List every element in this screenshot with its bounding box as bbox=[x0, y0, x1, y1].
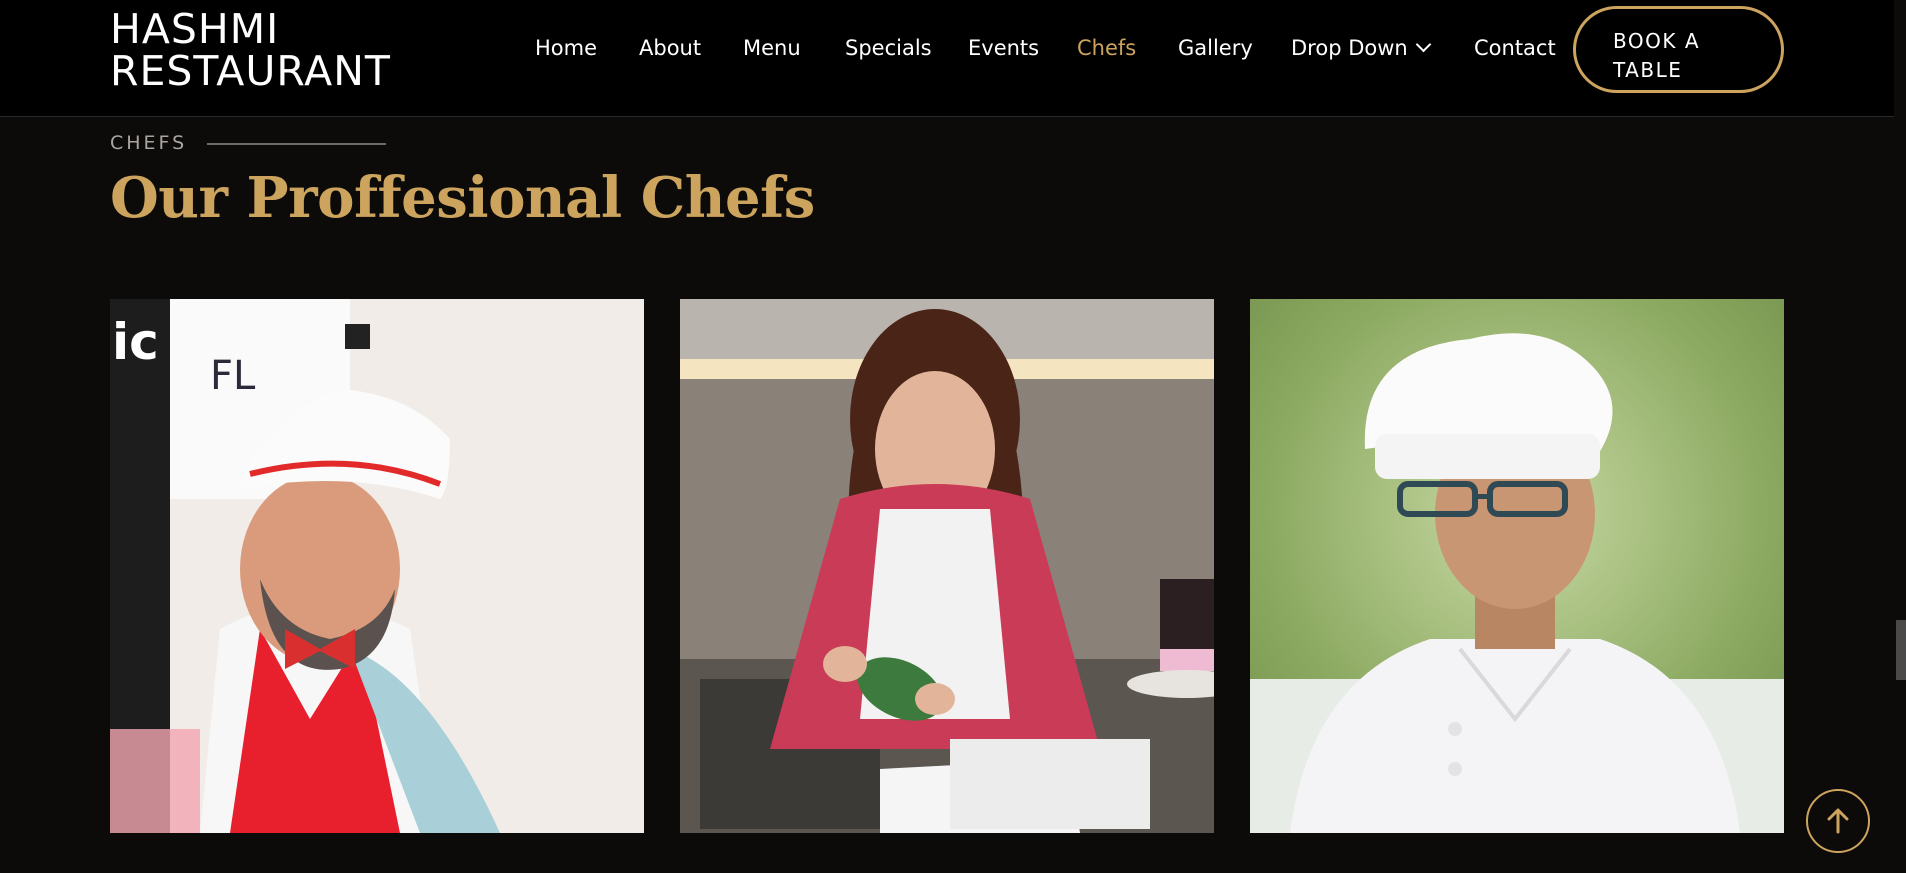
svg-text:FL: FL bbox=[210, 353, 256, 399]
logo-line-2: RESTAURANT bbox=[110, 47, 391, 95]
nav-about[interactable]: About bbox=[639, 36, 701, 60]
logo[interactable]: HASHMI RESTAURANT bbox=[110, 8, 391, 92]
logo-line-1: HASHMI bbox=[110, 5, 280, 53]
nav-gallery[interactable]: Gallery bbox=[1178, 36, 1253, 60]
nav-events[interactable]: Events bbox=[968, 36, 1039, 60]
book-table-line-2: TABLE bbox=[1613, 58, 1683, 82]
site-header: HASHMI RESTAURANT Home About Menu Specia… bbox=[0, 0, 1894, 117]
chef-photo-1: ic FL bbox=[110, 299, 644, 833]
nav-contact[interactable]: Contact bbox=[1474, 36, 1556, 60]
chef-card-2[interactable] bbox=[680, 299, 1214, 833]
nav-home[interactable]: Home bbox=[535, 36, 597, 60]
section-title: Our Proffesional Chefs bbox=[110, 165, 815, 231]
chef-card-3[interactable] bbox=[1250, 299, 1784, 833]
scrollbar-thumb[interactable] bbox=[1896, 620, 1906, 680]
section-divider bbox=[207, 143, 386, 145]
nav-chefs[interactable]: Chefs bbox=[1077, 36, 1136, 60]
section-label: CHEFS bbox=[110, 132, 188, 154]
back-to-top-button[interactable] bbox=[1806, 789, 1870, 853]
nav-drop-down-label: Drop Down bbox=[1291, 36, 1408, 60]
svg-text:ic: ic bbox=[112, 313, 159, 371]
chef-photo-2 bbox=[680, 299, 1214, 833]
page-scrollbar[interactable] bbox=[1894, 0, 1906, 873]
book-table-button[interactable]: BOOK A TABLE bbox=[1573, 6, 1784, 93]
chef-photo-3 bbox=[1250, 299, 1784, 833]
book-table-line-1: BOOK A bbox=[1613, 29, 1701, 53]
nav-menu[interactable]: Menu bbox=[743, 36, 801, 60]
chevron-down-icon bbox=[1415, 36, 1431, 53]
chef-card-1[interactable]: ic FL bbox=[110, 299, 644, 833]
arrow-up-icon bbox=[1827, 808, 1849, 834]
nav-specials[interactable]: Specials bbox=[845, 36, 932, 60]
nav-drop-down[interactable]: Drop Down bbox=[1291, 36, 1431, 60]
